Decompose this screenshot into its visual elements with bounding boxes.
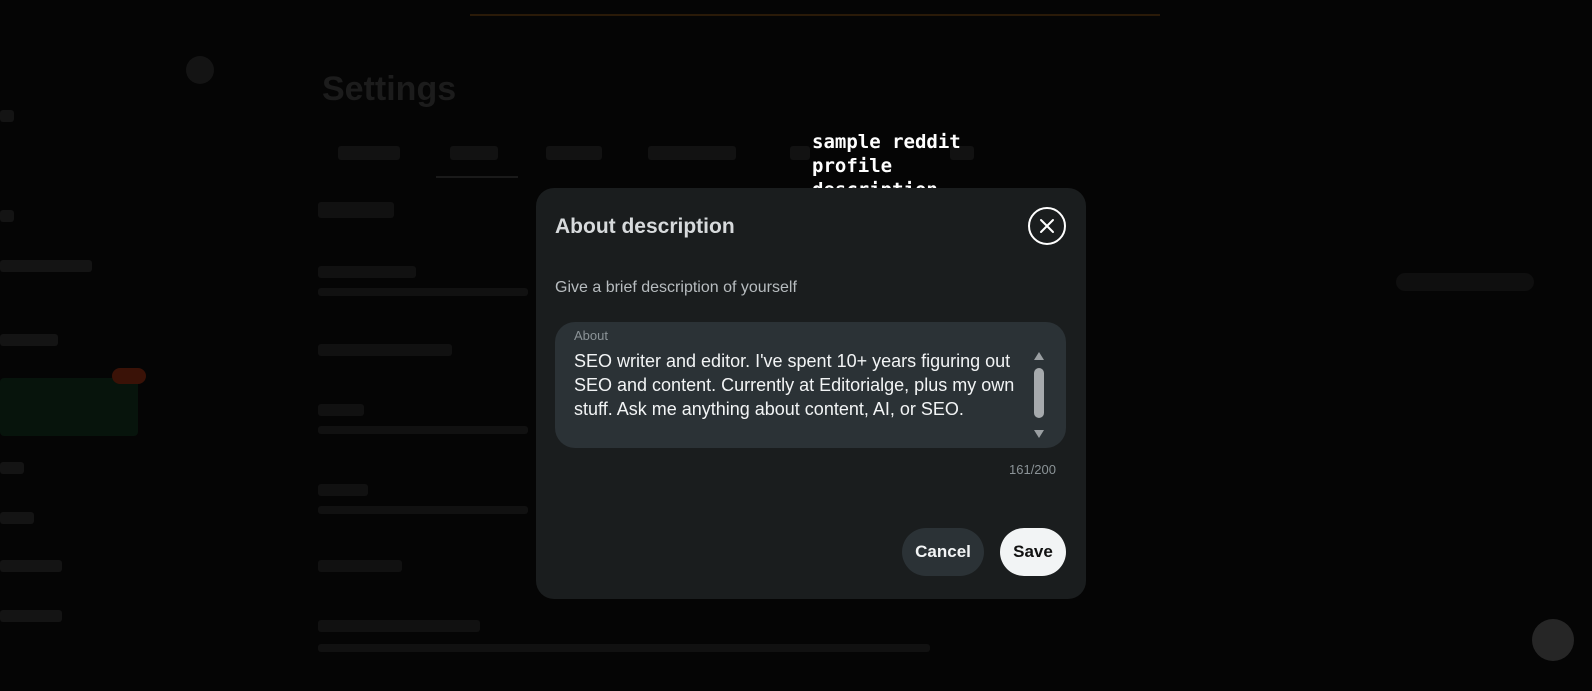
textarea-scrollbar[interactable]	[1031, 348, 1047, 442]
sidebar-item	[0, 334, 58, 346]
settings-tab	[450, 146, 498, 160]
sidebar-item	[0, 260, 92, 272]
setting-help	[318, 506, 528, 514]
sidebar-item	[0, 110, 14, 122]
setting-label	[318, 484, 368, 496]
sidebar-item	[0, 210, 14, 222]
top-banner-strip	[470, 0, 1160, 16]
character-count: 161/200	[1009, 462, 1056, 477]
setting-help	[318, 644, 930, 652]
section-heading	[318, 560, 402, 572]
sidebar-item	[0, 512, 34, 524]
setting-label	[318, 404, 364, 416]
about-field-label: About	[574, 328, 608, 343]
sidebar-highlighted-item	[0, 378, 138, 436]
sidebar-item	[0, 560, 62, 572]
setting-value	[1396, 273, 1534, 291]
active-tab-underline	[436, 176, 518, 178]
modal-title: About description	[555, 215, 735, 238]
close-button[interactable]	[1028, 207, 1066, 245]
setting-help	[318, 426, 528, 434]
page-title: Settings	[322, 70, 457, 108]
chat-bubble	[1532, 619, 1574, 661]
about-textarea[interactable]: About SEO writer and editor. I've spent …	[555, 322, 1066, 448]
sidebar-badge	[112, 368, 146, 384]
sidebar-item	[0, 462, 24, 474]
settings-tab	[648, 146, 736, 160]
about-text-value[interactable]: SEO writer and editor. I've spent 10+ ye…	[574, 349, 1029, 421]
scroll-down-arrow-icon[interactable]	[1034, 430, 1044, 438]
settings-tab	[338, 146, 400, 160]
scroll-up-arrow-icon[interactable]	[1034, 352, 1044, 360]
setting-label	[318, 266, 416, 278]
modal-subtitle: Give a brief description of yourself	[555, 279, 797, 296]
save-button[interactable]: Save	[1000, 528, 1066, 576]
section-heading	[318, 202, 394, 218]
settings-tab	[546, 146, 602, 160]
sidebar-item	[0, 610, 62, 622]
setting-help	[318, 288, 528, 296]
scrollbar-thumb[interactable]	[1034, 368, 1044, 418]
setting-label	[318, 344, 452, 356]
settings-tab	[790, 146, 810, 160]
setting-label	[318, 620, 480, 632]
cancel-button[interactable]: Cancel	[902, 528, 984, 576]
close-icon	[1040, 219, 1054, 233]
sidebar-collapse-button	[186, 56, 214, 84]
about-description-modal: About description Give a brief descripti…	[536, 188, 1086, 599]
